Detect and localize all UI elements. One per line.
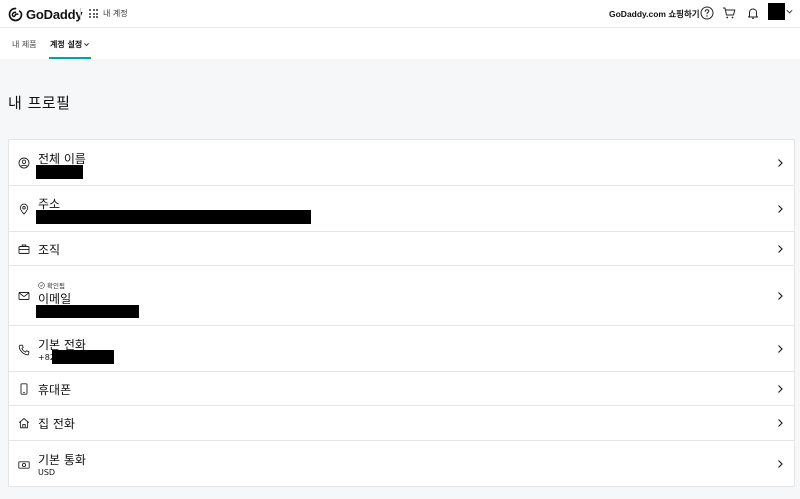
chevron-down-icon[interactable] — [785, 7, 794, 16]
logo-text: GoDaddy — [26, 6, 83, 22]
organization-label: 조직 — [38, 243, 61, 257]
user-circle-icon — [18, 157, 30, 169]
envelope-icon — [18, 292, 30, 300]
page-title: 내 프로필 — [8, 94, 71, 112]
chevron-right-icon — [778, 159, 783, 167]
banknote-icon — [18, 461, 30, 469]
verified-label: 확인됨 — [47, 282, 65, 290]
redacted-full-name — [36, 165, 83, 179]
mobile-label: 휴대폰 — [38, 383, 72, 397]
profile-row-organization[interactable]: 조직 — [9, 232, 794, 266]
chevron-right-icon — [778, 292, 783, 300]
phone-icon — [18, 344, 30, 356]
top-bar: GoDaddy 내 계정 GoDaddy.com 쇼핑하기 — [0, 0, 800, 28]
bell-icon[interactable] — [745, 5, 761, 21]
tab-account-settings-label: 계정 설정 — [50, 40, 83, 49]
shop-link[interactable]: GoDaddy.com 쇼핑하기 — [609, 8, 700, 20]
chevron-right-icon — [778, 460, 783, 468]
my-account-link[interactable]: 내 계정 — [103, 8, 128, 19]
cart-icon[interactable] — [721, 5, 737, 21]
chevron-right-icon — [778, 345, 783, 353]
home-phone-label: 집 전화 — [38, 417, 75, 431]
active-tab-indicator — [49, 57, 91, 59]
mobile-phone-icon — [20, 383, 28, 395]
redacted-email — [36, 305, 139, 318]
briefcase-icon — [18, 244, 30, 254]
currency-value: USD — [38, 468, 56, 477]
profile-row-primary-phone[interactable]: 기본 전화 +82 — [9, 326, 794, 372]
location-pin-icon — [19, 203, 29, 215]
tab-my-products[interactable]: 내 제품 — [12, 39, 37, 50]
profile-row-currency[interactable]: 기본 통화 USD — [9, 441, 794, 487]
profile-row-email[interactable]: 확인됨 이메일 — [9, 266, 794, 326]
profile-row-home-phone[interactable]: 집 전화 — [9, 406, 794, 441]
chevron-right-icon — [778, 205, 783, 213]
help-icon[interactable] — [699, 5, 715, 21]
account-tab-bar: 내 제품 계정 설정 — [0, 28, 800, 59]
profile-card: 전체 이름 주소 조직 확인됨 이메일 기본 전화 +82 휴대폰 집 전화 기… — [8, 139, 795, 487]
check-circle-icon — [38, 281, 45, 289]
chevron-right-icon — [778, 385, 783, 393]
currency-label: 기본 통화 — [38, 453, 86, 467]
apps-grid-icon[interactable] — [89, 9, 98, 18]
godaddy-logo[interactable]: GoDaddy — [8, 5, 83, 23]
home-icon — [18, 418, 30, 429]
profile-row-full-name[interactable]: 전체 이름 — [9, 140, 794, 186]
chevron-right-icon — [778, 419, 783, 427]
avatar[interactable] — [768, 3, 785, 20]
tab-account-settings[interactable]: 계정 설정 — [50, 39, 90, 50]
godaddy-logo-icon — [8, 7, 23, 21]
profile-row-mobile[interactable]: 휴대폰 — [9, 372, 794, 406]
profile-row-address[interactable]: 주소 — [9, 186, 794, 232]
chevron-right-icon — [778, 245, 783, 253]
chevron-down-icon — [84, 43, 90, 47]
redacted-address — [36, 210, 311, 224]
verified-badge: 확인됨 — [38, 280, 65, 290]
redacted-phone-number — [52, 350, 114, 364]
header-divider — [80, 8, 81, 20]
